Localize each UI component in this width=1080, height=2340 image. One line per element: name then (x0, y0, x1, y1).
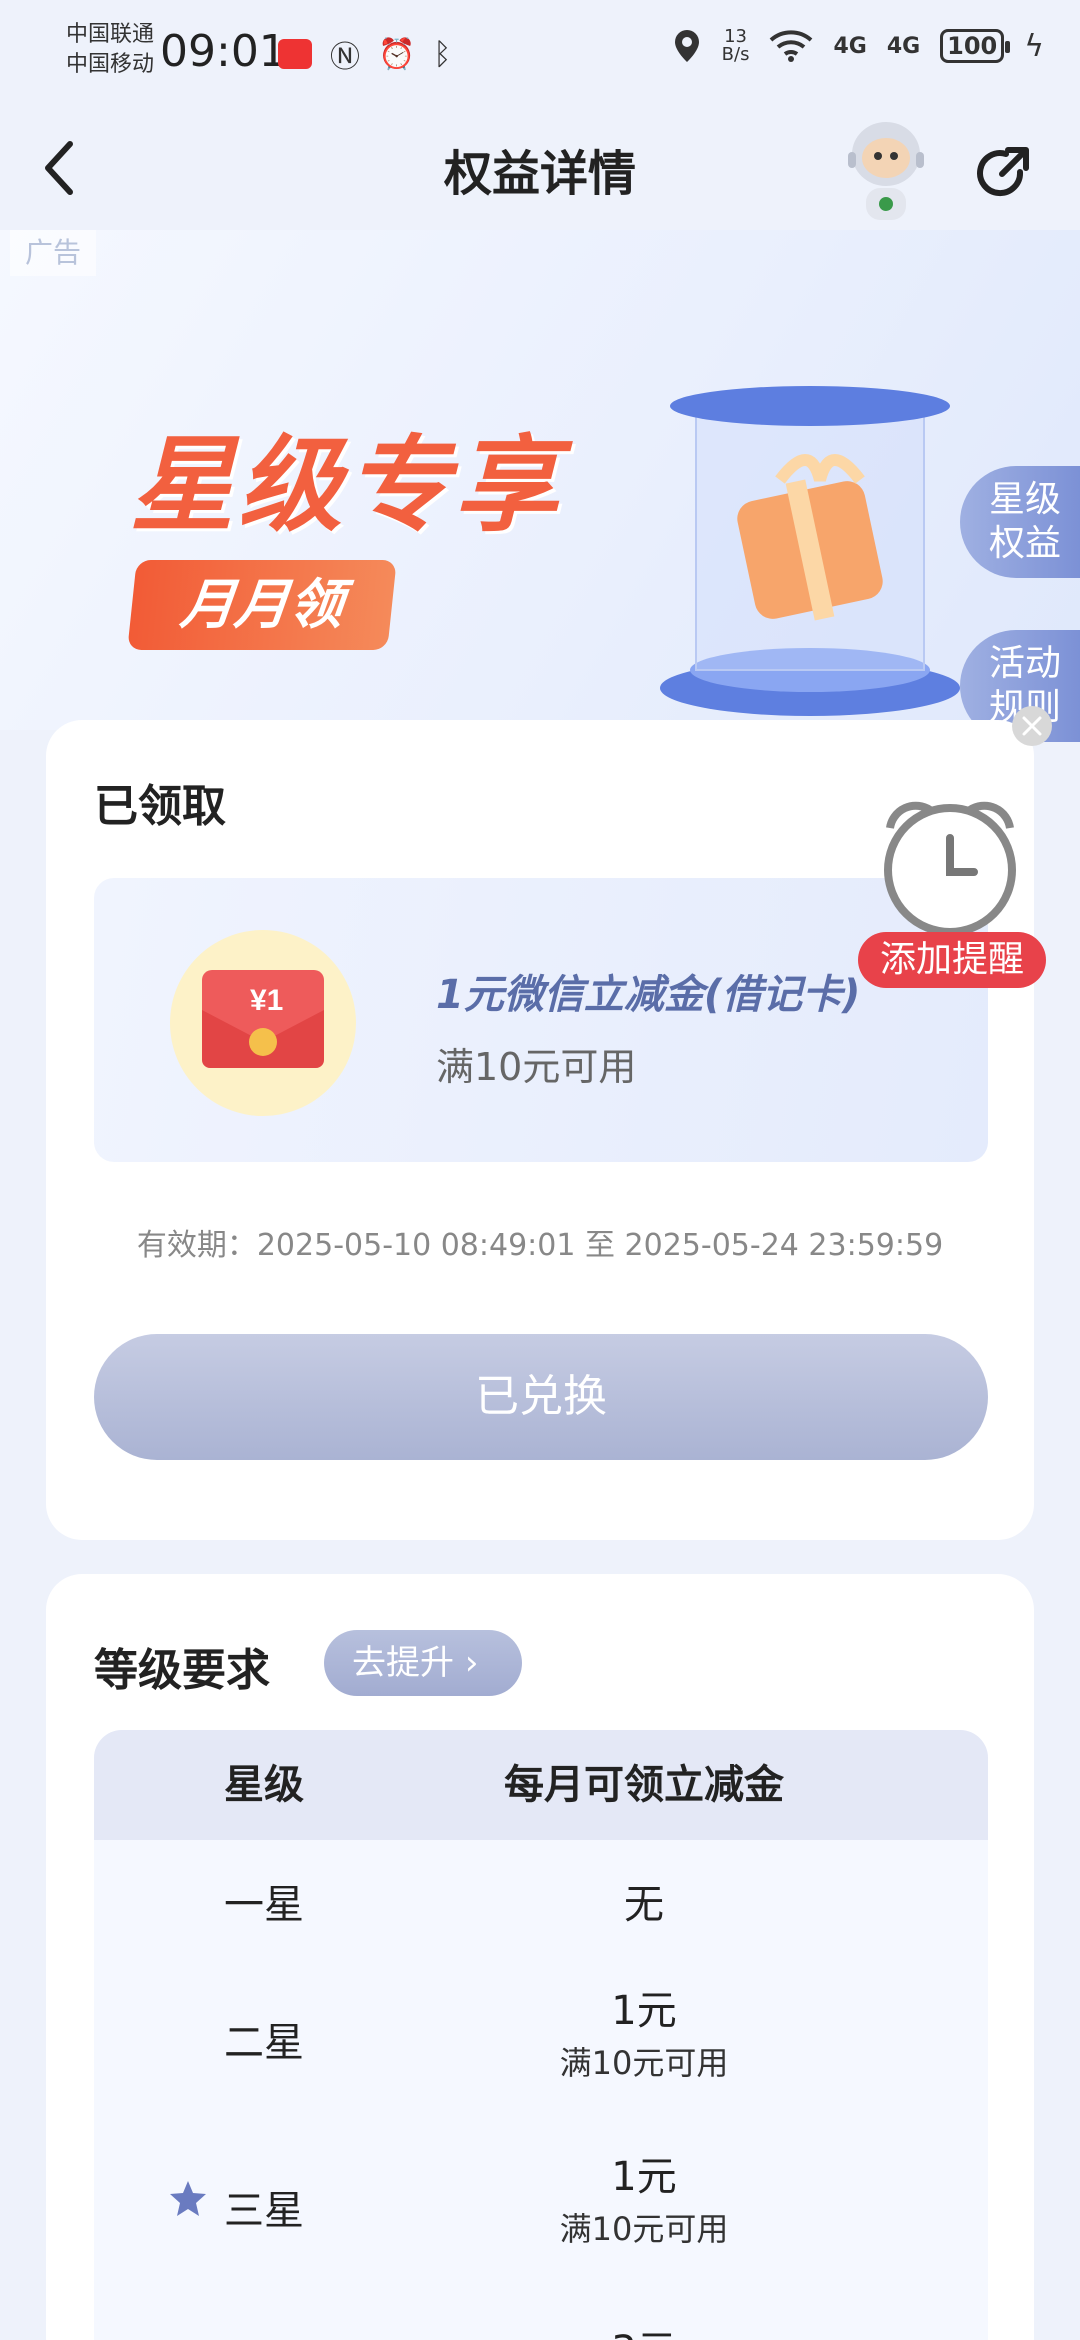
coupon-name: 1元微信立减金(借记卡) (436, 972, 861, 1018)
share-icon[interactable] (972, 142, 1034, 204)
banner-badge: 月月领 (127, 560, 397, 650)
row-note: 满10元可用 (559, 2044, 729, 2082)
system-icons: 13 B/s 4G 4G 100 ϟ (672, 28, 1044, 64)
carrier-info: 中国联通 中国移动 (66, 20, 154, 80)
carrier-1: 中国联通 (66, 22, 155, 47)
row-amount: 1元 (611, 2154, 677, 2200)
level-table: 星级 每月可领立减金 一星 无 二星 1元 满10元可用 三星 1元 满10元可… (94, 1730, 988, 2340)
coupon-card: ¥1 1元微信立减金(借记卡) 满10元可用 (94, 878, 988, 1162)
close-icon (1022, 716, 1042, 736)
net-speed-unit: B/s (721, 44, 750, 65)
nav-bar: 权益详情 (0, 110, 1080, 230)
star-benefits-tab[interactable]: 星级 权益 (960, 466, 1080, 578)
notification-icons: Ⓝ ⏰ ᛒ (278, 32, 451, 76)
row-note: 满10元可用 (559, 2210, 729, 2248)
upgrade-button[interactable]: 去提升 › (324, 1630, 522, 1696)
table-row: 二星 1元 满10元可用 (94, 1950, 988, 2120)
row-level: 二星 (224, 2020, 304, 2066)
carrier-2: 中国移动 (66, 52, 155, 77)
pay-app-icon (278, 39, 312, 69)
coupon-condition: 满10元可用 (436, 1045, 637, 1089)
current-level-star-icon (170, 2181, 206, 2216)
battery-icon: 100 (940, 29, 1011, 63)
row-level: 一星 (224, 1882, 304, 1928)
validity-period: 有效期：2025-05-10 08:49:01 至 2025-05-24 23:… (136, 1228, 944, 1263)
gift-showcase-icon (660, 386, 960, 716)
close-reminder-button[interactable] (1012, 706, 1052, 746)
row-level: 三星 (224, 2188, 304, 2234)
svg-text:¥1: ¥1 (250, 984, 283, 1017)
clock-time: 09:01 (160, 26, 287, 77)
chevron-right-icon: › (464, 1643, 479, 1683)
table-header: 星级 每月可领立减金 (94, 1730, 988, 1840)
add-reminder-button[interactable]: 添加提醒 (858, 932, 1046, 988)
nfc-icon: Ⓝ (330, 40, 360, 75)
table-row: 三星 1元 满10元可用 (94, 2120, 988, 2290)
promo-banner: 广告 星级专享 月月领 星级 权益 活动 规则 (0, 230, 1080, 742)
upgrade-label: 去提升 (352, 1643, 454, 1683)
row-amount: 3元 (374, 2318, 914, 2340)
alarm-icon: ⏰ (378, 36, 416, 72)
header-amount: 每月可领立减金 (504, 1762, 784, 1808)
signal-2-icon: 4G (886, 33, 921, 59)
charging-icon: ϟ (1024, 28, 1044, 64)
level-section-title: 等级要求 (94, 1645, 270, 1696)
banner-title: 星级专享 (130, 424, 563, 546)
red-envelope-icon: ¥1 (170, 930, 356, 1116)
net-speed: 13 B/s (722, 28, 750, 64)
alarm-clock-icon[interactable] (870, 790, 1030, 940)
ad-label: 广告 (10, 230, 96, 276)
table-row: 3元 (94, 2290, 988, 2340)
header-star: 星级 (224, 1762, 304, 1808)
robot-assistant-icon[interactable] (838, 116, 934, 226)
signal-1-icon: 4G (833, 33, 867, 59)
claimed-section-title: 已领取 (94, 781, 226, 832)
level-requirements-card: 等级要求 去提升 › 星级 每月可领立减金 一星 无 二星 1元 满10元可用 … (46, 1574, 1034, 2340)
redeemed-button[interactable]: 已兑换 (94, 1334, 988, 1460)
table-row: 一星 无 (94, 1840, 988, 1950)
location-icon (674, 30, 699, 62)
status-bar: 中国联通 中国移动 09:01 Ⓝ ⏰ ᛒ 13 B/s 4G 4G 100 ϟ (0, 0, 1080, 110)
row-amount: 无 (624, 1882, 664, 1928)
row-amount: 1元 (611, 1988, 677, 2034)
bluetooth-icon: ᛒ (433, 36, 452, 72)
wifi-icon (770, 30, 813, 62)
